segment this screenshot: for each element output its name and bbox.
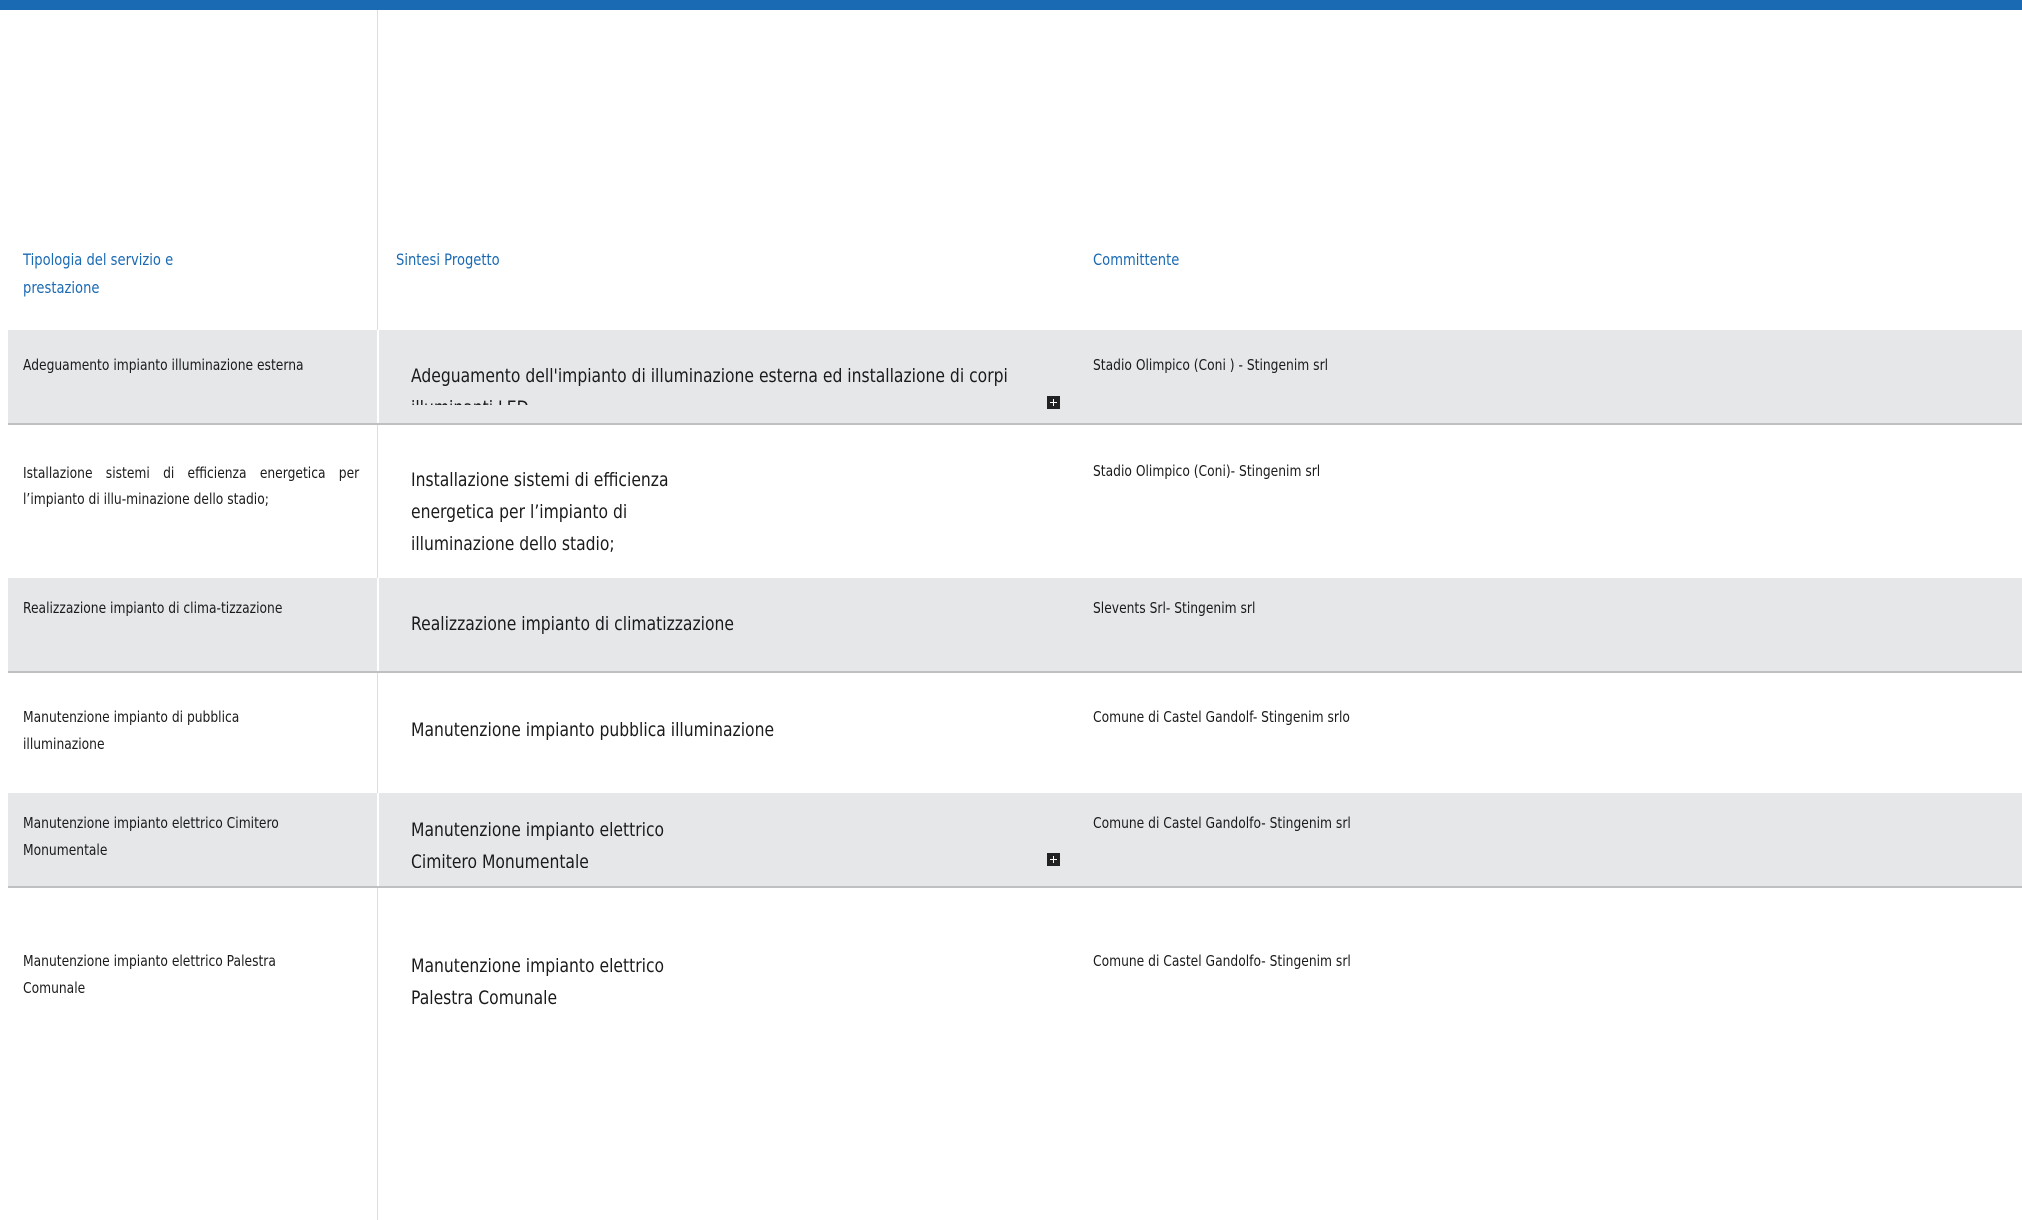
cell-tipologia: Istallazione sistemi di efficienza energ…	[23, 464, 360, 508]
cell-sintesi: Manutenzione impianto pubblica illuminaz…	[411, 719, 775, 741]
cell-committente: Stadio Olimpico (Coni)- Stingenim srl	[1093, 462, 1321, 480]
cell-tipologia: Manutenzione impianto elettrico Cimitero…	[23, 814, 279, 859]
cell-committente: Comune di Castel Gandolfo- Stingenim srl	[1093, 814, 1351, 832]
table-row: Adeguamento impianto illuminazione ester…	[8, 330, 2022, 425]
expand-plus-icon[interactable]	[1047, 853, 1060, 866]
row-separator	[377, 578, 379, 673]
cell-sintesi: Manutenzione impianto elettrico Palestra…	[411, 955, 665, 1009]
top-bar	[0, 0, 2022, 10]
cell-tipologia: Manutenzione impianto di pubblica illumi…	[23, 708, 240, 753]
cell-sintesi: Adeguamento dell'impianto di illuminazio…	[411, 365, 1008, 405]
table-row: Manutenzione impianto di pubblica illumi…	[8, 673, 2022, 793]
cell-committente: Comune di Castel Gandolf- Stingenim srlo	[1093, 708, 1350, 726]
header-tipologia: Tipologia del servizio e prestazione	[23, 250, 174, 297]
header-sintesi: Sintesi Progetto	[396, 250, 500, 269]
row-separator	[377, 793, 379, 888]
row-separator	[377, 330, 379, 425]
cell-sintesi: Installazione sistemi di efficienza ener…	[411, 469, 669, 555]
table-row: Manutenzione impianto elettrico Palestra…	[8, 888, 2022, 1048]
table-row: Manutenzione impianto elettrico Cimitero…	[8, 793, 2022, 888]
cell-tipologia: Realizzazione impianto di clima-tizzazio…	[23, 599, 283, 617]
cell-committente: Stadio Olimpico (Coni ) - Stingenim srl	[1093, 356, 1329, 374]
cell-committente: Comune di Castel Gandolfo- Stingenim srl	[1093, 952, 1351, 970]
cell-committente: Slevents Srl- Stingenim srl	[1093, 599, 1256, 617]
cell-tipologia: Adeguamento impianto illuminazione ester…	[23, 356, 304, 374]
header-committente: Committente	[1093, 250, 1180, 269]
cell-sintesi: Realizzazione impianto di climatizzazion…	[411, 613, 734, 635]
cell-tipologia: Manutenzione impianto elettrico Palestra…	[23, 952, 276, 997]
cell-sintesi: Manutenzione impianto elettrico Cimitero…	[411, 819, 665, 868]
table-row: Realizzazione impianto di clima-tizzazio…	[8, 578, 2022, 673]
table-row: Istallazione sistemi di efficienza energ…	[8, 425, 2022, 578]
expand-plus-icon[interactable]	[1047, 396, 1060, 409]
